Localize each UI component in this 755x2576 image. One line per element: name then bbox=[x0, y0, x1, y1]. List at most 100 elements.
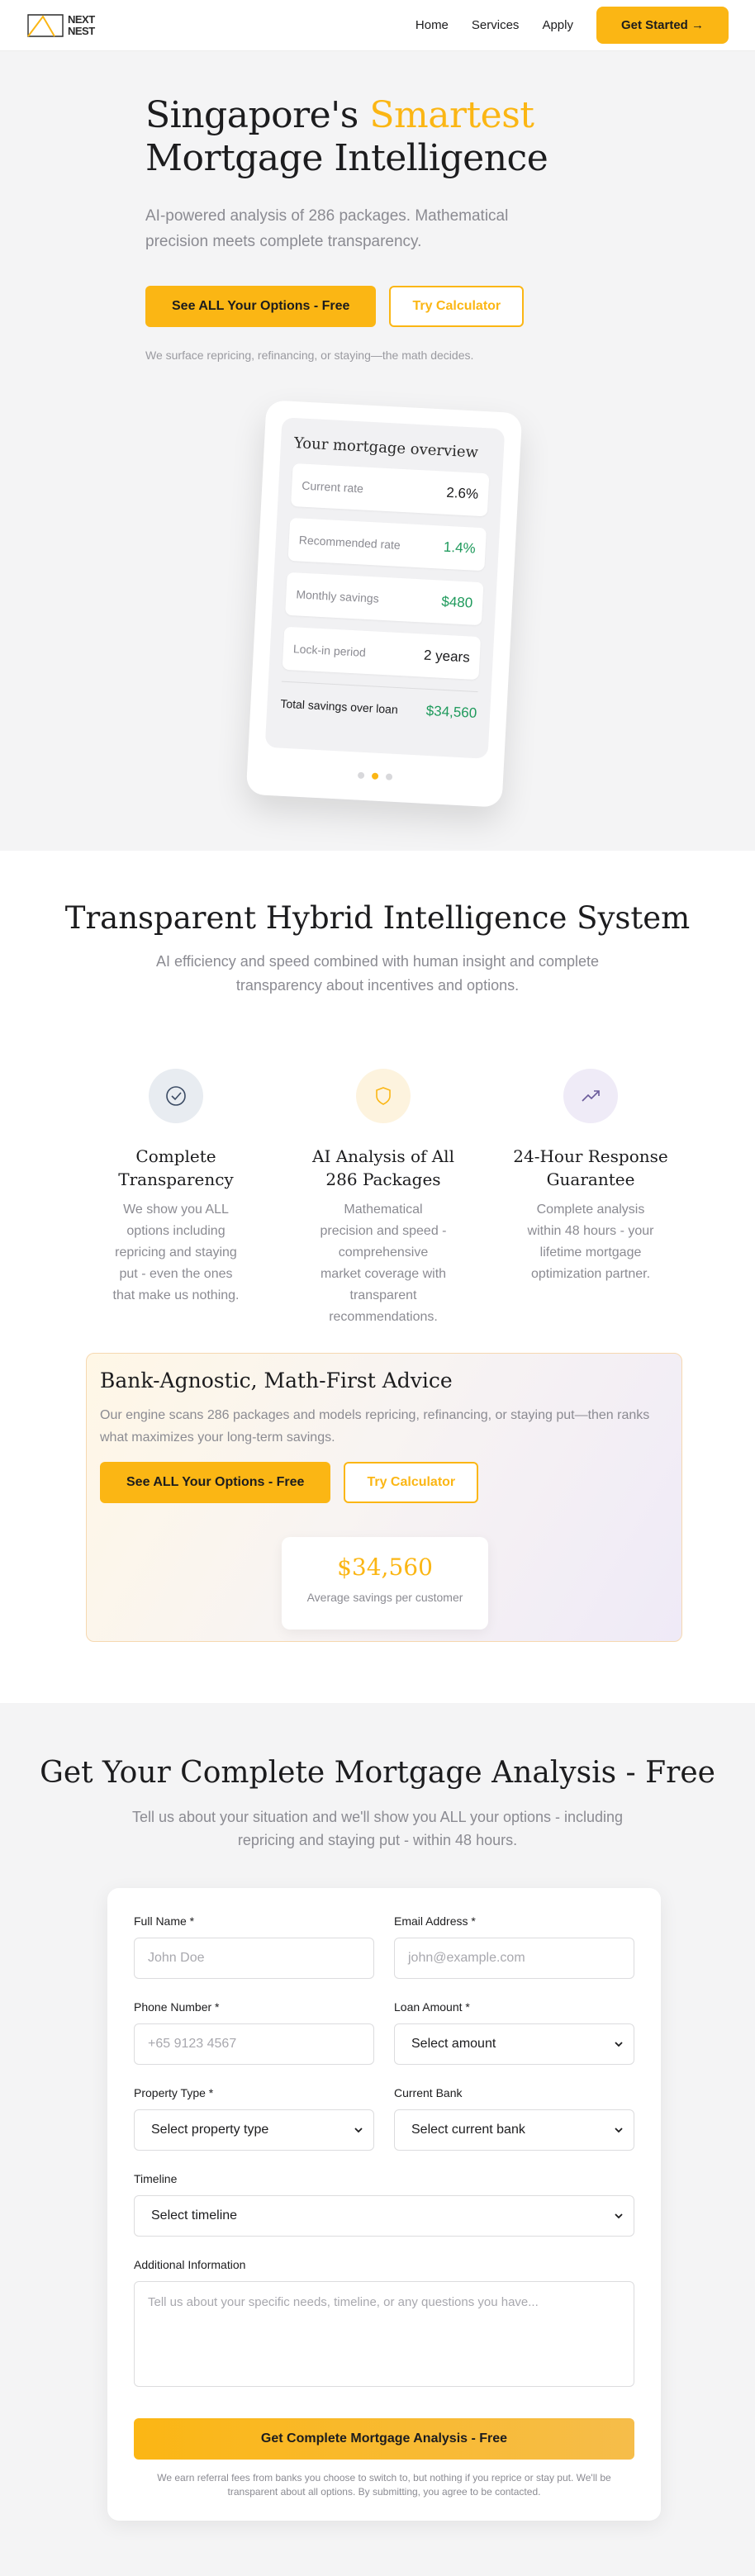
form-row: Property Type * Select property type Cur… bbox=[134, 2086, 634, 2151]
timeline-select[interactable]: Select timeline bbox=[134, 2195, 634, 2237]
feature-title: AI Analysis of All 286 Packages bbox=[312, 1146, 454, 1189]
hero-title-part1: Singapore's bbox=[145, 94, 370, 136]
carousel-dot[interactable] bbox=[357, 771, 365, 780]
feature-text: Mathematical precision and speed - compr… bbox=[320, 1203, 447, 1324]
phone-input[interactable]: +65 9123 4567 bbox=[134, 2023, 374, 2065]
phone-label: Phone Number * bbox=[134, 2000, 220, 2014]
logo-text: NEXT NEST bbox=[68, 12, 95, 37]
overview-value: 2 years bbox=[423, 647, 471, 666]
email-input[interactable]: john@example.com bbox=[394, 1938, 634, 1979]
full-name-label: Full Name * bbox=[134, 1914, 195, 1928]
feature-transparency: Complete Transparency We show you ALL op… bbox=[93, 1069, 259, 1307]
bank-title: Bank-Agnostic, Math-First Advice bbox=[100, 1369, 453, 1392]
total-savings-value: $34,560 bbox=[425, 702, 477, 722]
feature-response-guarantee: 24-Hour Response Guarantee Complete anal… bbox=[508, 1069, 673, 1285]
analysis-form-section: Get Your Complete Mortgage Analysis - Fr… bbox=[0, 1703, 755, 2576]
hero-title-part2: Mortgage Intelligence bbox=[145, 137, 548, 179]
phone-screen: Your mortgage overview Current rate 2.6%… bbox=[264, 417, 506, 759]
form-row: Phone Number * +65 9123 4567 Loan Amount… bbox=[134, 2000, 634, 2065]
timeline-value: Select timeline bbox=[151, 2208, 238, 2223]
chevron-down-icon bbox=[615, 2042, 623, 2047]
system-title: Transparent Hybrid Intelligence System bbox=[64, 900, 691, 936]
form-row: Full Name * John Doe Email Address * joh… bbox=[134, 1914, 634, 1979]
chevron-down-icon bbox=[615, 2128, 623, 2133]
overview-label: Recommended rate bbox=[298, 533, 401, 552]
submit-analysis-button[interactable]: Get Complete Mortgage Analysis - Free bbox=[134, 2418, 634, 2460]
mortgage-overview-phone: Your mortgage overview Current rate 2.6%… bbox=[245, 400, 523, 808]
chevron-down-icon bbox=[615, 2213, 623, 2219]
overview-row: Monthly savings $480 bbox=[285, 572, 484, 626]
overview-title: Your mortgage overview bbox=[293, 434, 479, 462]
feature-text: We show you ALL options including repric… bbox=[112, 1203, 240, 1302]
try-calculator-button[interactable]: Try Calculator bbox=[344, 1462, 479, 1503]
hero-content: Singapore's Smartest Mortgage Intelligen… bbox=[145, 94, 608, 362]
nav-link-apply[interactable]: Apply bbox=[542, 18, 573, 32]
form-disclaimer: We earn referral fees from banks you cho… bbox=[157, 2472, 611, 2498]
overview-row: Recommended rate 1.4% bbox=[287, 517, 487, 572]
current-bank-select[interactable]: Select current bank bbox=[394, 2109, 634, 2151]
logo-line-1: NEXT bbox=[68, 12, 95, 26]
see-all-options-button[interactable]: See ALL Your Options - Free bbox=[145, 286, 377, 327]
average-savings-card: $34,560 Average savings per customer bbox=[282, 1537, 488, 1630]
email-label: Email Address * bbox=[394, 1914, 476, 1928]
additional-info-field: Additional Information Tell us about you… bbox=[134, 2258, 634, 2387]
logo[interactable]: NEXT NEST bbox=[26, 12, 95, 40]
carousel-dots bbox=[247, 766, 503, 786]
current-bank-label: Current Bank bbox=[394, 2086, 463, 2099]
average-savings-amount: $34,560 bbox=[337, 1554, 433, 1581]
overview-total: Total savings over loan $34,560 bbox=[279, 681, 478, 723]
full-name-field: Full Name * John Doe bbox=[134, 1914, 374, 1979]
loan-amount-field: Loan Amount * Select amount bbox=[394, 2000, 634, 2065]
loan-amount-select[interactable]: Select amount bbox=[394, 2023, 634, 2065]
system-lead: AI efficiency and speed combined with hu… bbox=[156, 953, 599, 994]
overview-value: 1.4% bbox=[443, 538, 477, 557]
property-type-select[interactable]: Select property type bbox=[134, 2109, 374, 2151]
nav-link-home[interactable]: Home bbox=[415, 18, 449, 32]
trending-up-icon bbox=[563, 1069, 618, 1123]
system-section: Transparent Hybrid Intelligence System A… bbox=[0, 851, 755, 1703]
overview-label: Lock-in period bbox=[292, 642, 367, 659]
hero-title: Singapore's Smartest Mortgage Intelligen… bbox=[145, 94, 608, 180]
additional-info-textarea[interactable]: Tell us about your specific needs, timel… bbox=[134, 2281, 634, 2387]
average-savings-label: Average savings per customer bbox=[306, 1591, 463, 1604]
hero-section: Singapore's Smartest Mortgage Intelligen… bbox=[0, 51, 755, 851]
additional-info-label: Additional Information bbox=[134, 2258, 246, 2271]
form-title: Get Your Complete Mortgage Analysis - Fr… bbox=[40, 1756, 715, 1790]
nav-link-services[interactable]: Services bbox=[472, 18, 520, 32]
form-lead: Tell us about your situation and we'll s… bbox=[131, 1809, 624, 1848]
top-nav: NEXT NEST Home Services Apply Get Starte… bbox=[0, 0, 755, 51]
current-bank-value: Select current bank bbox=[411, 2123, 525, 2137]
bank-buttons: See ALL Your Options - Free Try Calculat… bbox=[100, 1462, 668, 1503]
try-calculator-button[interactable]: Try Calculator bbox=[389, 286, 525, 327]
overview-value: 2.6% bbox=[445, 484, 479, 502]
get-started-button[interactable]: Get Started → bbox=[596, 7, 729, 44]
check-circle-icon bbox=[149, 1069, 203, 1123]
hero-title-accent: Smartest bbox=[369, 94, 534, 136]
logo-mark-icon bbox=[27, 13, 64, 37]
overview-label: Current rate bbox=[301, 478, 364, 496]
feature-title: Complete Transparency bbox=[118, 1146, 234, 1189]
full-name-input[interactable]: John Doe bbox=[134, 1938, 374, 1979]
logo-line-2: NEST bbox=[68, 24, 95, 37]
email-field: Email Address * john@example.com bbox=[394, 1914, 634, 1979]
loan-amount-value: Select amount bbox=[411, 2037, 496, 2051]
hero-buttons: See ALL Your Options - Free Try Calculat… bbox=[145, 286, 608, 327]
feature-text: Complete analysis within 48 hours - your… bbox=[527, 1203, 654, 1281]
loan-amount-label: Loan Amount * bbox=[394, 2000, 470, 2014]
hero-fine-print: We surface repricing, refinancing, or st… bbox=[145, 349, 474, 362]
bank-text: Our engine scans 286 packages and models… bbox=[100, 1408, 650, 1445]
overview-row: Current rate 2.6% bbox=[291, 463, 490, 517]
bank-agnostic-card: Bank-Agnostic, Math-First Advice Our eng… bbox=[86, 1353, 682, 1642]
carousel-dot[interactable] bbox=[385, 773, 393, 780]
property-type-value: Select property type bbox=[151, 2123, 269, 2137]
analysis-form: Full Name * John Doe Email Address * joh… bbox=[107, 1888, 661, 2521]
total-savings-label: Total savings over loan bbox=[280, 696, 399, 717]
phone-field: Phone Number * +65 9123 4567 bbox=[134, 2000, 374, 2065]
current-bank-field: Current Bank Select current bank bbox=[394, 2086, 634, 2151]
carousel-dot-active[interactable] bbox=[371, 772, 379, 780]
see-all-options-button[interactable]: See ALL Your Options - Free bbox=[100, 1462, 331, 1503]
overview-row: Lock-in period 2 years bbox=[282, 626, 482, 681]
feature-title: 24-Hour Response Guarantee bbox=[513, 1146, 668, 1189]
property-type-label: Property Type * bbox=[134, 2086, 214, 2099]
shield-icon bbox=[356, 1069, 411, 1123]
